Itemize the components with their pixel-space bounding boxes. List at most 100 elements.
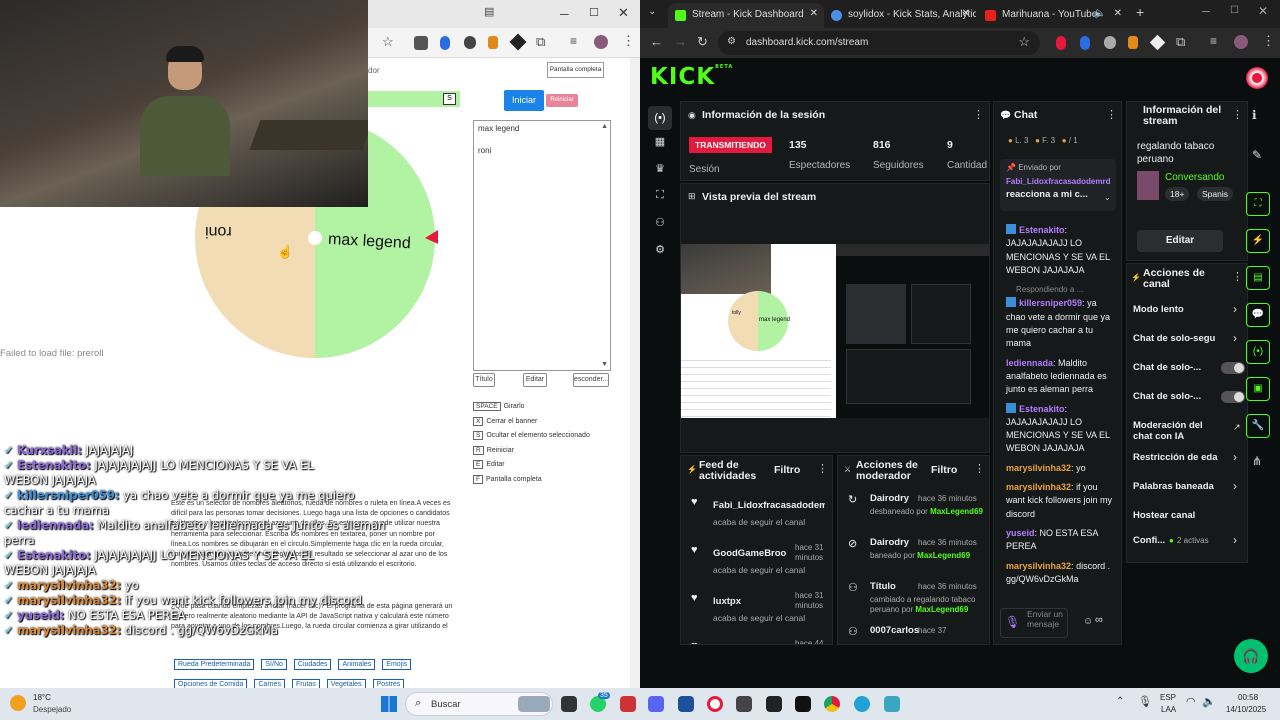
weather-icon[interactable] (10, 695, 26, 711)
mod-target[interactable]: Título (870, 581, 896, 592)
feed-item[interactable]: ♥ Fabi_Lidoxfracasadodem acaba de seguir e… (681, 492, 832, 540)
edit-button[interactable]: Editar (523, 373, 547, 387)
chat-message[interactable]: marysilvinha32: yo (1006, 462, 1118, 475)
pencil-icon[interactable]: ✎ (1252, 148, 1262, 162)
profile-avatar[interactable] (1234, 35, 1248, 49)
app-icon[interactable] (620, 696, 636, 712)
tab-kick-stats[interactable]: soylidox - Kick Stats, Analytics ✕ (824, 3, 976, 28)
chat-message[interactable]: Estenakito: JAJAJAJAJAJJ LO MENCIONAS Y … (1006, 224, 1118, 277)
back-icon[interactable]: ← (650, 34, 663, 49)
feed-item[interactable]: ♥ GoodGameBroo hace 31 minutos acaba de seg… (681, 540, 832, 588)
mod-target[interactable]: Dairodry (870, 537, 909, 548)
url-text[interactable]: dashboard.kick.com/stream (746, 37, 868, 48)
edge-icon[interactable] (854, 696, 870, 712)
chevron-right-icon[interactable]: › (1233, 533, 1237, 547)
panel-menu-icon[interactable]: ⋮ (817, 462, 828, 475)
channel-action-label[interactable]: Modo lento (1133, 304, 1219, 315)
fullscreen-small-button[interactable]: Pantalla completa (547, 62, 604, 78)
window-close-button[interactable]: ✕ (1258, 4, 1268, 18)
feed-item[interactable]: ♥ goodnightphace 44 (681, 636, 832, 645)
edit-stream-button[interactable]: Editar (1137, 230, 1223, 252)
nav-stream-icon[interactable]: (•) (648, 106, 672, 130)
bookmark-star-icon[interactable]: ☆ (382, 34, 394, 50)
toggle-switch[interactable] (1221, 362, 1245, 374)
tab-kick-dashboard[interactable]: Stream - Kick Dashboard ✕ (668, 3, 824, 28)
panel-menu-icon[interactable]: ⋮ (974, 462, 985, 475)
channel-action-label[interactable]: Palabras baneada (1133, 481, 1219, 492)
chat-username[interactable]: lediennada (1006, 358, 1053, 368)
chat-username[interactable]: killersniper059 (1019, 298, 1082, 308)
opera-icon[interactable] (707, 696, 723, 712)
chat-message[interactable]: marysilvinha32: if you want kick followe… (1006, 481, 1118, 521)
tray-chevron-icon[interactable]: ⌃ (1116, 696, 1124, 707)
chevron-right-icon[interactable]: › (1233, 450, 1237, 464)
chat-bubble-icon[interactable]: 💬 (1246, 303, 1270, 327)
window-close-button[interactable]: ✕ (618, 5, 629, 21)
feed-item[interactable]: ♥ luxtpx hace 31 minutos acaba de seguir el… (681, 588, 832, 636)
chat-username[interactable]: marysilvinha32 (1006, 463, 1071, 473)
mod-item[interactable]: ↻ Dairodry hace 36 minutos desbaneado por M… (838, 488, 989, 532)
chevron-right-icon[interactable]: › (1233, 302, 1237, 316)
mod-user[interactable]: MaxLegend69 (917, 551, 970, 560)
textarea-scrollbar[interactable]: ▼ (601, 361, 608, 368)
broadcast-icon[interactable]: (•) (1246, 340, 1270, 364)
more-icon[interactable]: ⋮ (622, 33, 635, 49)
feed-user[interactable]: goodnightp (713, 644, 825, 645)
mod-user[interactable]: MaxLegend69 (915, 605, 968, 614)
new-tab-button[interactable]: + (1136, 4, 1144, 20)
clock-date[interactable]: 14/10/2025 (1226, 705, 1266, 714)
mic-icon[interactable]: 🎙 (1138, 695, 1152, 708)
channel-action-label[interactable]: Restricción de eda (1133, 452, 1219, 463)
bolt-icon[interactable]: ⚡ (1246, 229, 1270, 253)
channel-action-item[interactable]: Restricción de eda › (1127, 446, 1247, 475)
clock-time[interactable]: 00:58 (1238, 693, 1258, 702)
channel-action-item[interactable]: Confi... › ● 2 activas (1127, 529, 1247, 558)
chat-username[interactable]: yuseid (1006, 528, 1035, 538)
language-indicator[interactable]: ESP (1160, 693, 1176, 702)
reload-icon[interactable]: ↻ (697, 34, 708, 50)
extension-icon[interactable] (1080, 36, 1090, 50)
stream-preview-video[interactable]: max legend tolly (681, 244, 989, 418)
channel-action-item[interactable]: Chat de solo-segu › (1127, 327, 1247, 356)
extension-icon[interactable] (488, 36, 498, 49)
textarea-scrollbar[interactable]: ▲ (601, 123, 608, 130)
support-headset-icon[interactable]: 🎧 (1234, 639, 1268, 673)
taskbar-search[interactable]: ⌕ Buscar (405, 692, 553, 716)
site-info-icon[interactable]: ⚙ (727, 36, 736, 47)
chat-username[interactable]: Estenakito (1019, 404, 1065, 414)
user-avatar[interactable] (1246, 67, 1268, 89)
panel-menu-icon[interactable]: ⋮ (1232, 270, 1243, 283)
chrome-icon[interactable] (824, 696, 840, 712)
window-minimize-button[interactable]: ─ (560, 7, 569, 21)
mod-item[interactable]: ⚇ 0007carlos hace 37 (838, 620, 989, 644)
channel-action-item[interactable]: Modo lento › (1127, 298, 1247, 327)
nav-trophy-icon[interactable]: ♛ (648, 162, 672, 175)
extension-icon[interactable] (1104, 36, 1116, 49)
chat-message[interactable]: yuseid: NO ESTA ESA PEREA (1006, 527, 1118, 554)
window-minimize-button[interactable]: ─ (1202, 6, 1210, 18)
menu-icon[interactable]: ≡ (570, 34, 577, 48)
toggle-switch[interactable] (1221, 391, 1245, 403)
pinned-message[interactable]: 📌 Enviado por Fabi_Lidoxfracasadodemrd r… (1000, 159, 1116, 211)
channel-action-item[interactable]: Hostear canal (1127, 504, 1247, 529)
clip-icon[interactable]: ⛶ (1246, 192, 1270, 216)
puzzle-icon[interactable]: ⧉ (536, 34, 545, 50)
chevron-right-icon[interactable]: › (1233, 331, 1237, 345)
app-icon[interactable] (766, 696, 782, 712)
feed-user[interactable]: Fabi_Lidoxfracasadodem (713, 500, 825, 511)
names-textarea[interactable]: max legend roni ▲ ▼ (473, 120, 611, 371)
extension-icon[interactable] (1128, 36, 1138, 49)
preset-button[interactable]: Emojis (382, 659, 412, 670)
mic-icon[interactable]: 🎙 (1005, 615, 1020, 629)
profile-avatar[interactable] (594, 35, 608, 49)
channel-action-label[interactable]: Chat de solo-... (1133, 391, 1219, 402)
volume-icon[interactable]: 🔈 (1202, 695, 1216, 708)
chat-username[interactable]: marysilvinha32 (1006, 482, 1071, 492)
app-icon[interactable] (736, 696, 752, 712)
panel-menu-icon[interactable]: ⋮ (973, 108, 984, 121)
chat-message[interactable]: killersniper059: ya chao vete a dormir q… (1006, 297, 1118, 350)
notepad-icon[interactable] (884, 696, 900, 712)
forward-icon[interactable]: → (674, 34, 687, 49)
extension-icon[interactable] (440, 36, 450, 50)
preset-button[interactable]: Postres (372, 679, 405, 688)
